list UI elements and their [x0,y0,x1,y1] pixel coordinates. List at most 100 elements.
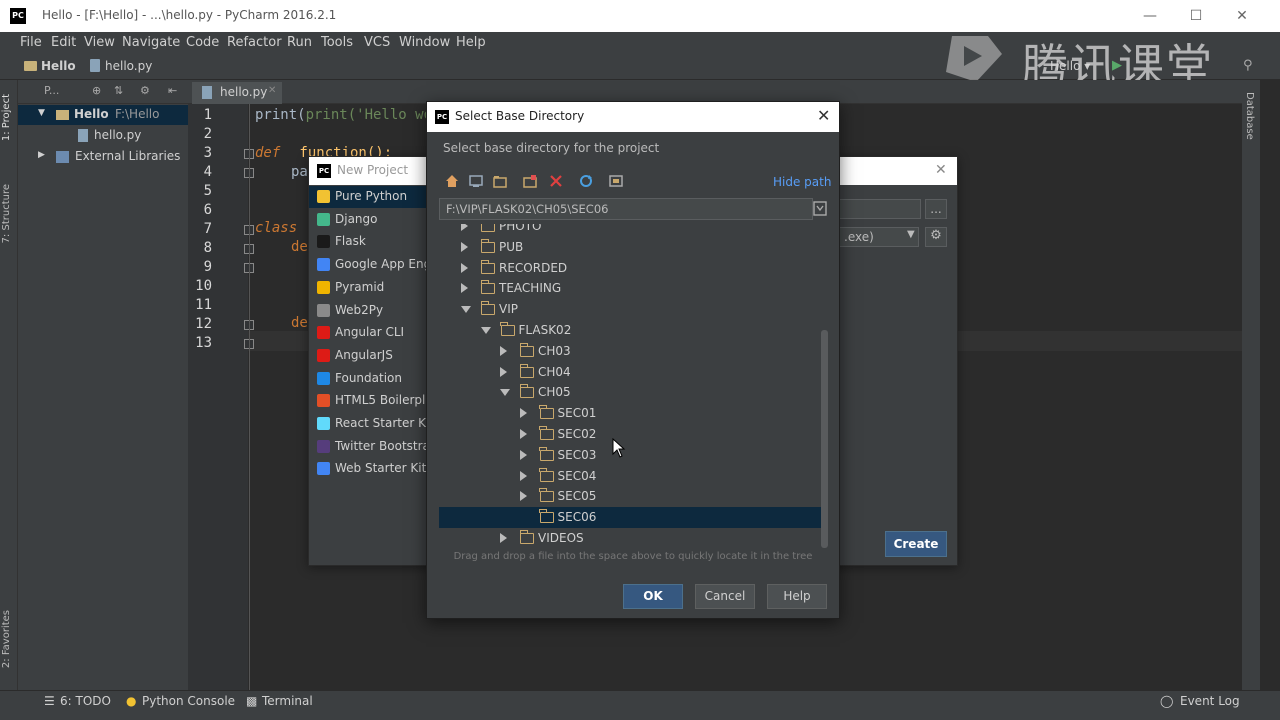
editor-tab-hello-py[interactable]: hello.py ✕ [192,82,282,104]
terminal-tool-button[interactable]: Terminal [262,694,313,708]
todo-tool-button[interactable]: 6: TODO [60,694,111,708]
tree-row-sec03[interactable]: SEC03 [439,445,828,466]
project-type-item[interactable]: Pyramid [309,277,427,299]
project-type-item[interactable]: AngularJS [309,345,427,367]
expand-arrow-down-icon[interactable] [500,389,510,397]
new-folder-icon[interactable] [523,174,537,188]
project-file-row[interactable]: hello.py [18,126,188,146]
project-root-row[interactable]: ▼ Hello F:\Hello [18,105,188,125]
project-type-item[interactable]: Web2Py [309,300,427,322]
tree-row-teaching[interactable]: TEACHING [439,278,828,299]
path-history-icon[interactable] [813,199,827,217]
cancel-button[interactable]: Cancel [695,584,755,609]
expand-arrow-down-icon[interactable] [461,306,471,314]
gear-icon[interactable]: ⚙ [925,227,947,247]
maximize-button[interactable]: ☐ [1186,6,1206,26]
project-type-item[interactable]: Foundation [309,368,427,390]
project-view-select[interactable]: P... [44,84,59,97]
tree-row-flask02[interactable]: FLASK02 [439,320,828,341]
tree-row-sec04[interactable]: SEC04 [439,466,828,487]
database-tool-tab[interactable]: Database [1244,92,1255,140]
expand-arrow-right-icon[interactable] [500,366,507,377]
tree-row-photo[interactable]: PHOTO [439,224,828,237]
close-icon[interactable]: ✕ [817,106,830,125]
tree-row-ch04[interactable]: CH04 [439,362,828,383]
path-input[interactable]: F:\VIP\FLASK02\CH05\SEC06 [439,198,813,220]
minimize-button[interactable]: — [1140,6,1160,26]
expand-arrow-right-icon[interactable] [500,533,507,543]
tree-row-recorded[interactable]: RECORDED [439,258,828,279]
scroll-from-source-icon[interactable]: ⊕ [92,84,101,97]
event-log-button[interactable]: Event Log [1180,694,1240,708]
menu-vcs[interactable]: VCS [364,35,390,50]
create-button[interactable]: Create [885,531,947,557]
ok-button[interactable]: OK [623,584,683,609]
hide-panel-icon[interactable]: ⇤ [168,84,177,97]
delete-icon[interactable] [549,174,563,188]
project-type-item[interactable]: Pure Python [309,186,427,208]
show-hidden-files-icon[interactable] [609,174,623,188]
external-libraries-row[interactable]: ▶ External Libraries [18,147,188,167]
refresh-icon[interactable] [579,174,593,188]
hide-path-link[interactable]: Hide path [773,175,831,189]
close-tab-icon[interactable]: ✕ [268,85,276,96]
expand-arrow-right-icon[interactable] [461,224,468,231]
project-type-item[interactable]: Django [309,209,427,231]
expand-arrow-right-icon[interactable] [519,429,527,439]
project-type-item[interactable]: Flask [309,231,427,253]
expand-arrow-right-icon[interactable] [461,262,468,273]
expand-arrow-right-icon[interactable] [461,241,468,252]
project-type-item[interactable]: React Starter Kit [309,413,427,435]
menu-run[interactable]: Run [287,35,312,50]
expand-arrow-right-icon[interactable] [519,470,527,481]
project-type-item[interactable]: HTML5 Boilerplate [309,390,427,412]
tree-row-vip[interactable]: VIP [439,299,828,320]
tree-row-pub[interactable]: PUB [439,237,828,258]
menu-navigate[interactable]: Navigate [122,35,180,50]
project-dir-icon[interactable] [493,174,507,188]
directory-tree[interactable]: PHOTO PUB RECORDED TEACHING VIP FLASK02 CH03 CH… [439,224,829,550]
help-button[interactable]: Help [767,584,827,609]
tree-row-ch05[interactable]: CH05 [439,382,828,403]
favorites-tool-tab[interactable]: 2: Favorites [1,610,17,668]
breadcrumb-file[interactable]: hello.py [105,59,152,73]
structure-tool-tab[interactable]: 7: Structure [1,184,17,243]
desktop-icon[interactable] [469,174,483,188]
collapse-all-icon[interactable]: ⇅ [114,84,123,97]
menu-refactor[interactable]: Refactor [227,35,282,50]
menu-tools[interactable]: Tools [321,35,353,50]
expand-arrow-down-icon[interactable] [480,327,491,334]
menu-help[interactable]: Help [456,35,486,50]
menu-view[interactable]: View [84,35,115,50]
browse-location-button[interactable]: ... [925,199,947,219]
project-type-item[interactable]: Twitter Bootstrap [309,436,427,458]
tree-row-videos[interactable]: VIDEOS [439,528,828,549]
tree-row-sec06[interactable]: SEC06 [439,507,828,529]
location-field[interactable] [839,199,921,219]
tree-row-sec01[interactable]: SEC01 [439,403,828,424]
expand-arrow-right-icon[interactable] [461,283,468,294]
close-icon[interactable]: ✕ [935,162,947,178]
expand-arrow-right-icon[interactable] [519,449,527,460]
breadcrumb-project[interactable]: Hello [41,59,76,73]
expand-arrow-right-icon[interactable] [500,345,507,356]
menu-edit[interactable]: Edit [51,35,76,50]
tree-row-sec02[interactable]: SEC02 [439,424,828,445]
project-type-item[interactable]: Web Starter Kit [309,458,427,480]
menu-window[interactable]: Window [399,35,450,50]
python-console-tool-button[interactable]: Python Console [142,694,235,708]
search-everywhere-icon[interactable]: ⚲ [1243,58,1253,73]
project-tool-tab[interactable]: 1: Project [1,94,17,141]
gear-icon[interactable]: ⚙ [140,84,150,97]
tree-row-sec05[interactable]: SEC05 [439,486,828,507]
tree-row-ch03[interactable]: CH03 [439,341,828,362]
close-window-button[interactable]: ✕ [1232,6,1252,26]
project-type-item[interactable]: Angular CLI [309,322,427,344]
expand-arrow-right-icon[interactable] [519,408,527,419]
expand-arrow-right-icon[interactable] [519,491,527,502]
menu-code[interactable]: Code [186,35,219,50]
project-type-item[interactable]: Google App Engine [309,254,427,276]
home-icon[interactable] [445,174,459,188]
tree-scrollbar[interactable] [821,330,828,548]
menu-file[interactable]: File [20,35,42,50]
